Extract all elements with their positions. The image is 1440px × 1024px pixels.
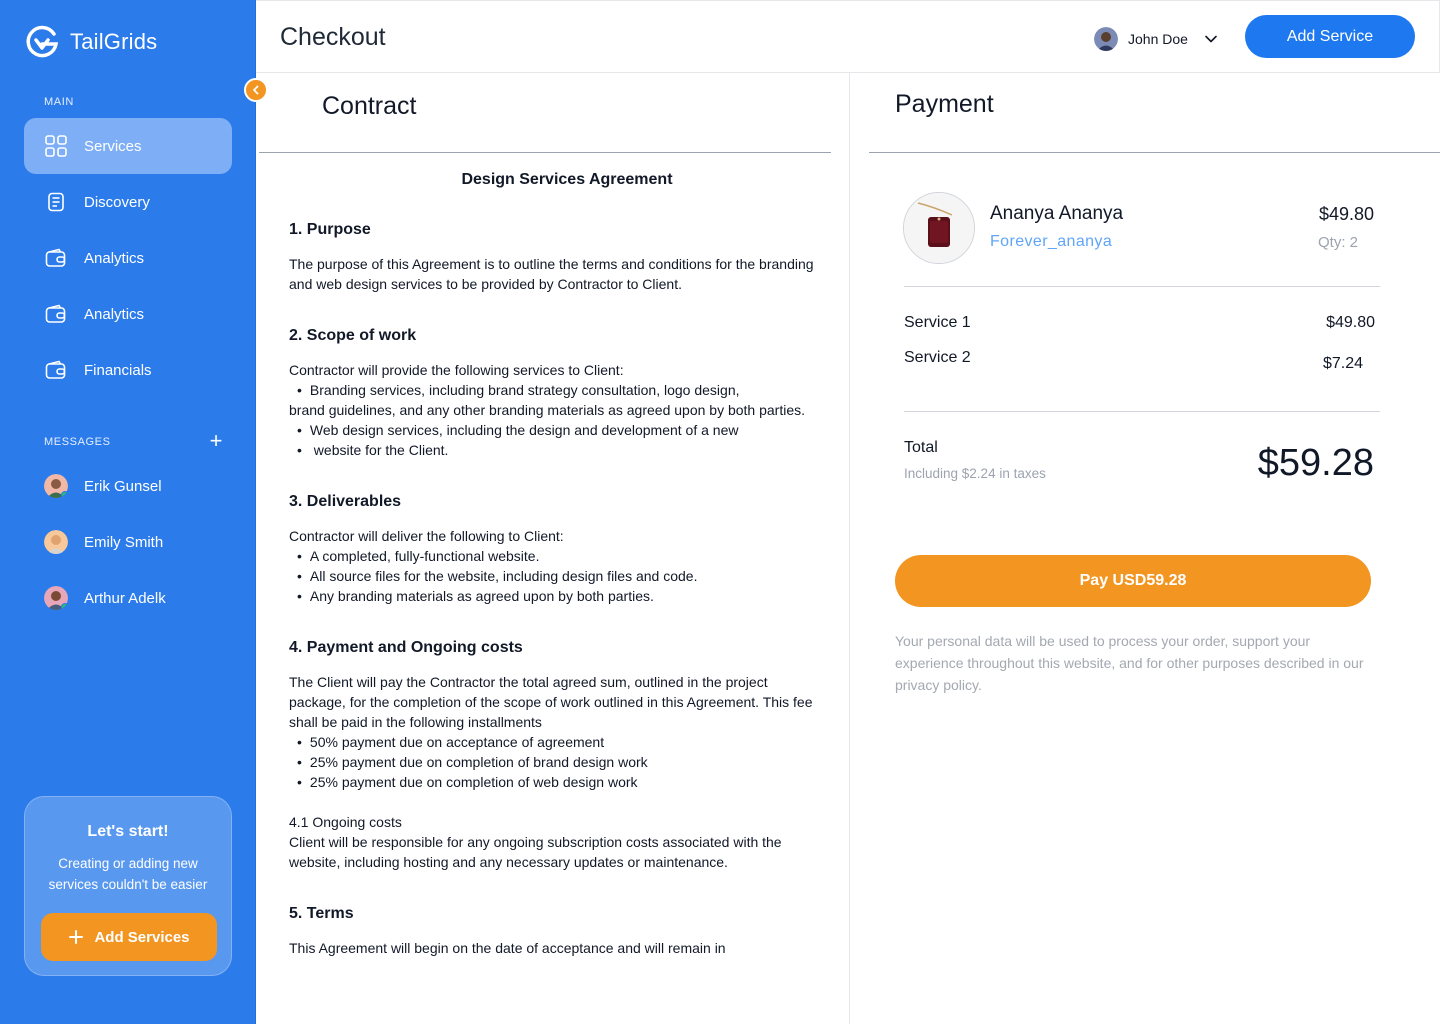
list-item: Branding services, including brand strat…	[289, 380, 825, 400]
collapse-sidebar-button[interactable]	[244, 78, 268, 102]
sidebar-item-analytics-2[interactable]: Analytics	[24, 286, 232, 342]
pay-button[interactable]: Pay USD59.28	[895, 555, 1371, 607]
list-item: Web design services, including the desig…	[289, 420, 825, 440]
tailgrids-logo-icon	[26, 25, 59, 58]
grid-icon	[44, 134, 68, 158]
message-name: Arthur Adelk	[84, 589, 166, 607]
sidebar-item-discovery[interactable]: Discovery	[24, 174, 232, 230]
chevron-down-icon	[1205, 35, 1217, 43]
sidebar-item-label: Discovery	[84, 193, 150, 211]
privacy-notice: Your personal data will be used to proce…	[895, 633, 1364, 693]
sidebar-item-financials[interactable]: Financials	[24, 342, 232, 398]
deliverables-list: A completed, fully-functional website. A…	[289, 546, 825, 606]
user-menu[interactable]: John Doe	[1094, 27, 1218, 51]
payment-divider	[869, 152, 1440, 153]
wallet-icon	[44, 302, 68, 326]
panel-divider	[849, 73, 850, 1024]
section-heading: 1. Purpose	[289, 221, 371, 238]
brand-name: TailGrids	[70, 29, 158, 54]
section-text: Contractor will deliver the following to…	[289, 528, 564, 544]
section-text: Client will be responsible for any ongoi…	[289, 834, 782, 870]
brand-logo[interactable]: TailGrids	[24, 24, 157, 60]
document-title: Design Services Agreement	[461, 171, 673, 188]
wallet-icon	[44, 358, 68, 382]
list-item: 25% payment due on completion of web des…	[289, 772, 825, 792]
section-heading: 4. Payment and Ongoing costs	[289, 639, 523, 656]
message-name: Erik Gunsel	[84, 477, 162, 495]
section-heading: 5. Terms	[289, 905, 354, 922]
service-1-value: $49.80	[1326, 314, 1375, 331]
section-text: Contractor will provide the following se…	[289, 362, 624, 378]
list-item: 50% payment due on acceptance of agreeme…	[289, 732, 825, 752]
section-heading: 2. Scope of work	[289, 327, 417, 344]
add-services-label: Add Services	[94, 928, 190, 946]
document-icon	[44, 190, 68, 214]
chevron-left-icon	[253, 85, 259, 95]
avatar	[44, 530, 68, 554]
add-service-button[interactable]: Add Service	[1245, 15, 1415, 58]
message-item-emily[interactable]: Emily Smith	[44, 530, 163, 554]
avatar	[44, 474, 68, 498]
list-item: 25% payment due on completion of brand d…	[289, 752, 825, 772]
scope-list: Branding services, including brand strat…	[289, 380, 825, 400]
sidebar-item-label: Analytics	[84, 249, 145, 267]
sidebar: TailGrids MAIN Services Discovery Analyt…	[0, 0, 256, 1024]
promo-card: Let's start! Creating or adding new serv…	[24, 796, 232, 976]
message-item-erik[interactable]: Erik Gunsel	[44, 474, 162, 498]
total-amount: $59.28	[1257, 442, 1374, 484]
message-item-arthur[interactable]: Arthur Adelk	[44, 586, 166, 610]
product-price: $49.80	[1318, 204, 1374, 224]
total-tax-note: Including $2.24 in taxes	[904, 466, 1046, 481]
sidebar-item-label: Services	[84, 137, 142, 155]
add-message-plus-icon[interactable]: +	[206, 430, 226, 452]
list-item: All source files for the website, includ…	[289, 566, 825, 586]
service-2-value: $7.24	[1322, 355, 1363, 372]
sidebar-item-label: Analytics	[84, 305, 145, 323]
divider	[904, 286, 1380, 287]
product-name: Ananya Ananya	[990, 203, 1124, 224]
plus-icon	[69, 930, 84, 944]
product-seller-link[interactable]: Forever_ananya	[990, 233, 1112, 251]
list-item: A completed, fully-functional website.	[289, 546, 825, 566]
section-text: This Agreement will begin on the date of…	[289, 940, 726, 956]
promo-text: Creating or adding new services couldn't…	[48, 856, 208, 892]
scope-list-2: Web design services, including the desig…	[289, 420, 825, 460]
product-quantity: Qty: 2	[1317, 234, 1358, 251]
contract-title: Contract	[322, 92, 417, 120]
wallet-icon	[44, 246, 68, 270]
section-text: The purpose of this Agreement is to outl…	[289, 256, 814, 292]
divider	[904, 411, 1380, 412]
message-name: Emily Smith	[84, 533, 164, 551]
messages-section-label: MESSAGES	[44, 436, 111, 448]
list-item: website for the Client.	[289, 440, 825, 460]
avatar	[44, 586, 68, 610]
contract-divider	[259, 152, 831, 153]
page-title: Checkout	[280, 23, 386, 51]
user-name: John Doe	[1128, 31, 1188, 47]
promo-title: Let's start!	[87, 823, 169, 840]
payment-title: Payment	[895, 90, 994, 118]
top-bar: Checkout John Doe Add Service	[256, 0, 1440, 73]
product-image	[903, 192, 975, 264]
avatar	[1094, 27, 1118, 51]
sidebar-item-analytics[interactable]: Analytics	[24, 230, 232, 286]
main-section-label: MAIN	[44, 96, 74, 108]
section-heading: 3. Deliverables	[289, 493, 402, 510]
add-services-button[interactable]: Add Services	[41, 913, 217, 961]
sidebar-item-services[interactable]: Services	[24, 118, 232, 174]
contract-document: Design Services Agreement 1. Purpose The…	[289, 168, 825, 958]
section-text: The Client will pay the Contractor the t…	[289, 674, 813, 730]
total-label: Total	[904, 439, 938, 456]
subsection-title: 4.1 Ongoing costs	[289, 814, 402, 830]
payment-list: 50% payment due on acceptance of agreeme…	[289, 732, 825, 792]
service-1-label: Service 1	[904, 314, 971, 331]
service-2-label: Service 2	[904, 349, 971, 366]
sidebar-item-label: Financials	[84, 361, 152, 379]
list-item: Any branding materials as agreed upon by…	[289, 586, 825, 606]
list-item-continued: brand guidelines, and any other branding…	[289, 402, 806, 418]
